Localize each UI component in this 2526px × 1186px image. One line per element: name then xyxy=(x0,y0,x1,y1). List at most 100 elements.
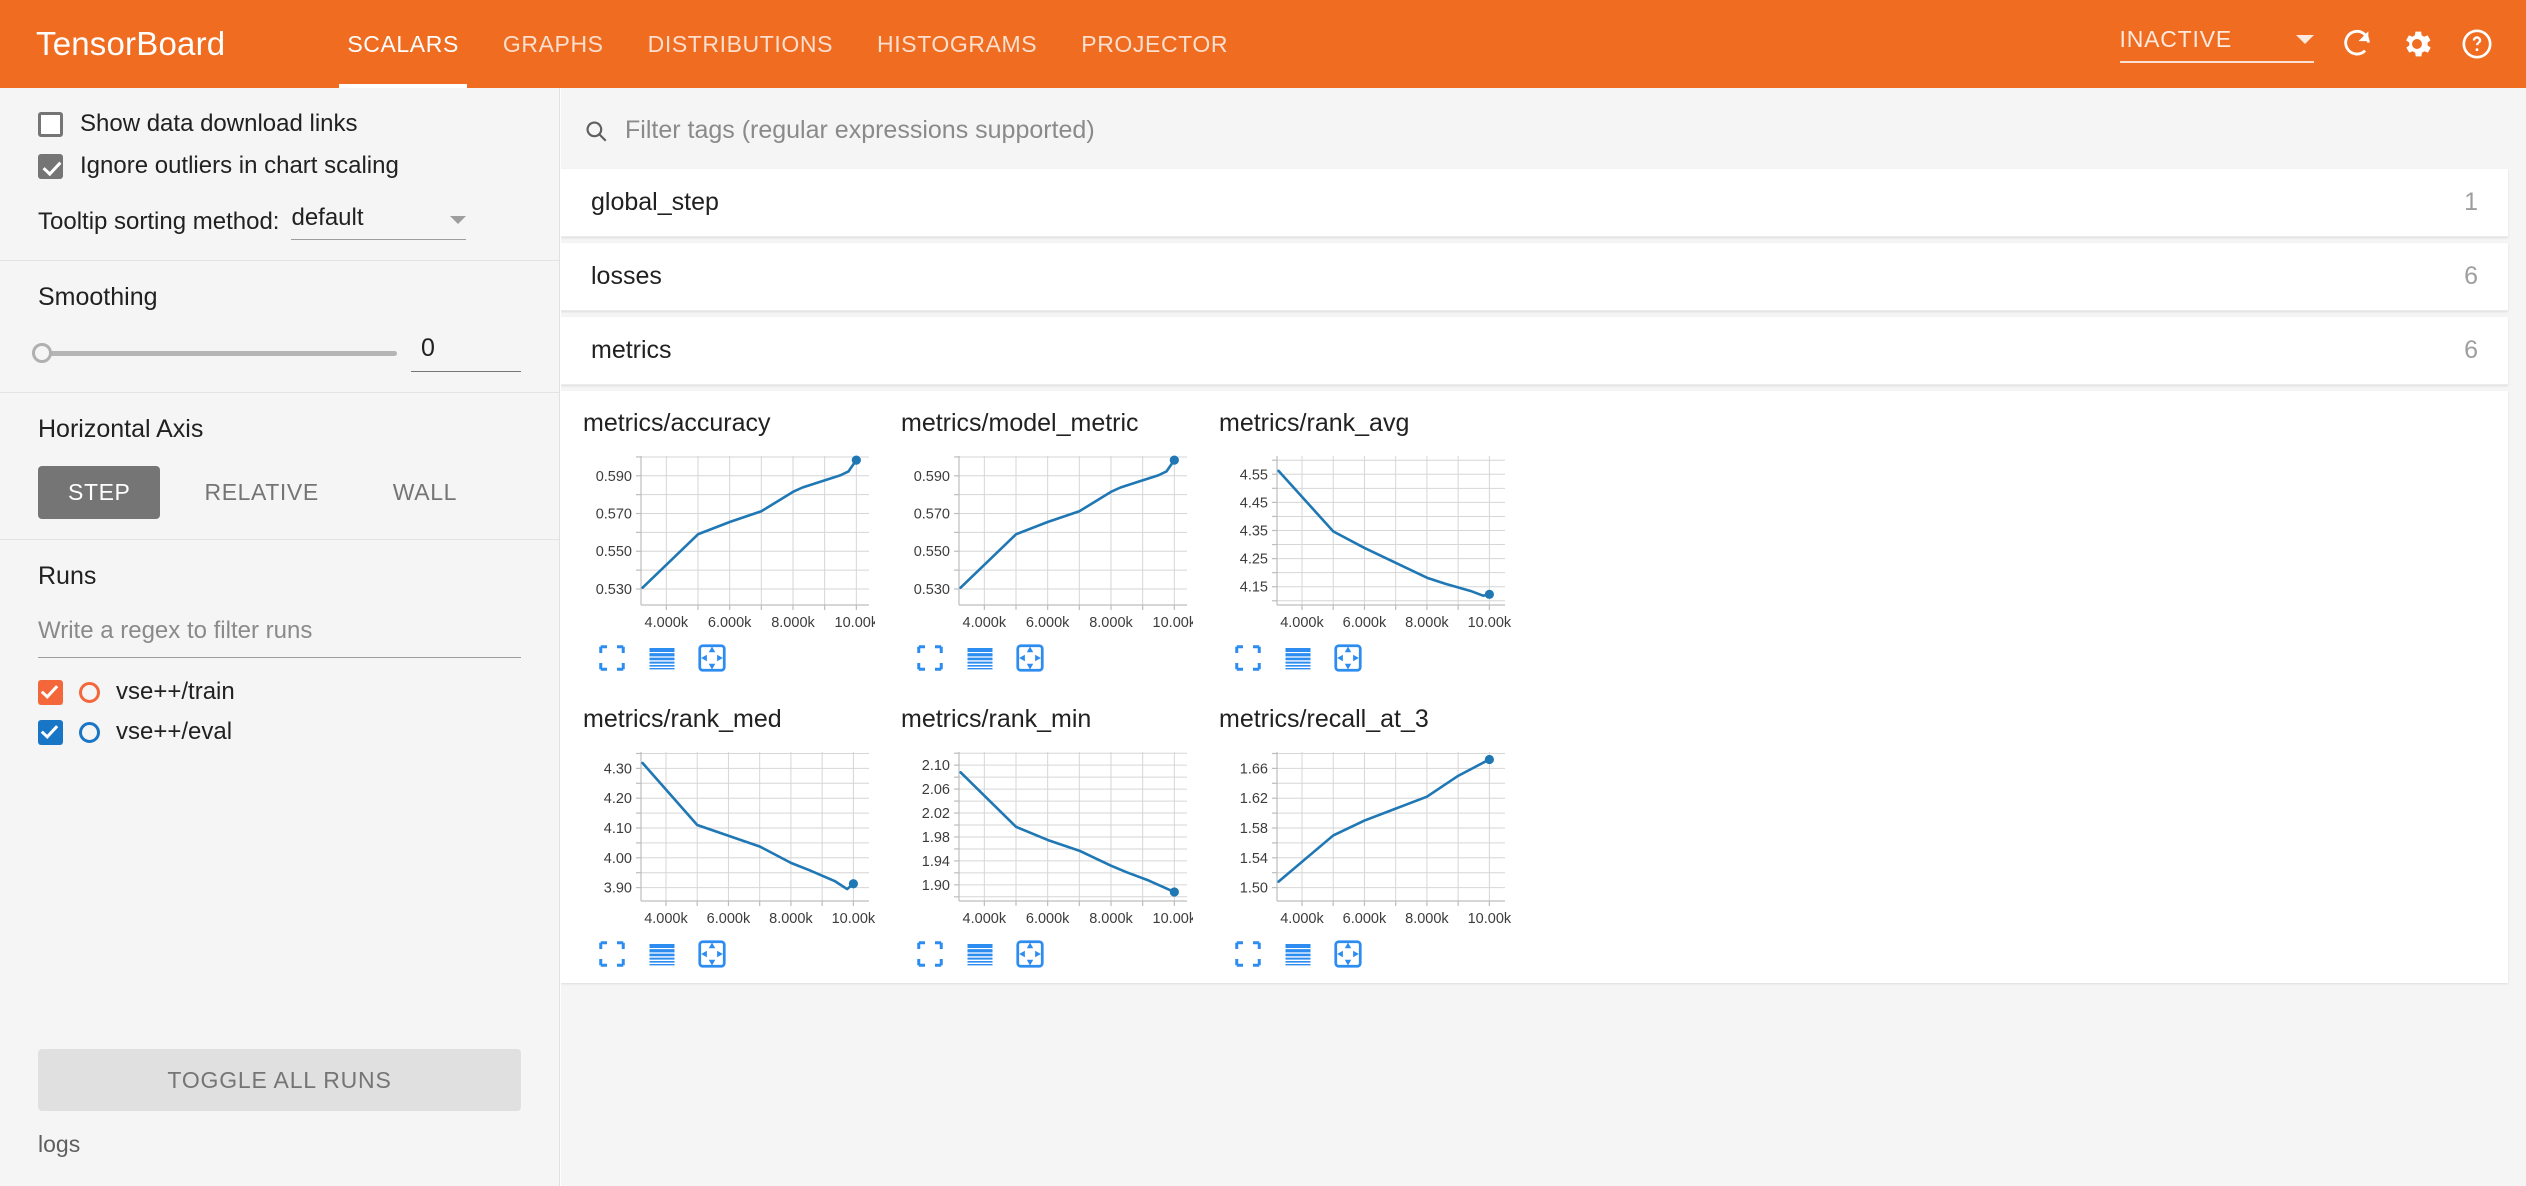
tag-filter-bar xyxy=(561,88,2526,169)
tab-distributions[interactable]: DISTRIBUTIONS xyxy=(626,0,855,88)
svg-text:10.00k: 10.00k xyxy=(832,911,875,927)
data-table-icon[interactable] xyxy=(1283,643,1313,673)
expand-icon[interactable] xyxy=(915,939,945,969)
svg-text:10.00k: 10.00k xyxy=(1468,911,1511,927)
svg-text:4.20: 4.20 xyxy=(604,791,632,807)
horizontal-axis-options: STEP RELATIVE WALL xyxy=(38,466,521,519)
chart-plot[interactable]: 1.501.541.581.621.664.000k6.000k8.000k10… xyxy=(1219,746,1511,931)
toggle-all-runs-button[interactable]: TOGGLE ALL RUNS xyxy=(38,1049,521,1111)
option-row-0[interactable]: Show data download links xyxy=(38,110,521,138)
chart-plot[interactable]: 3.904.004.104.204.304.000k6.000k8.000k10… xyxy=(583,746,875,931)
accordion-count: 6 xyxy=(2464,262,2478,291)
svg-text:1.90: 1.90 xyxy=(922,878,950,894)
chart-card: metrics/accuracy0.5300.5500.5700.5904.00… xyxy=(561,391,879,687)
axis-option-relative[interactable]: RELATIVE xyxy=(174,466,348,519)
smoothing-slider-knob[interactable] xyxy=(32,343,52,363)
checkbox-checked-icon[interactable] xyxy=(38,154,63,179)
smoothing-slider[interactable] xyxy=(38,351,397,356)
pan-icon[interactable] xyxy=(1015,643,1045,673)
expand-icon[interactable] xyxy=(1233,939,1263,969)
chevron-down-icon xyxy=(2296,35,2314,44)
data-table-icon[interactable] xyxy=(965,643,995,673)
run-row[interactable]: vse++/train xyxy=(38,678,521,706)
svg-text:4.00: 4.00 xyxy=(604,851,632,867)
refresh-icon[interactable] xyxy=(2340,27,2374,61)
chart-toolbar xyxy=(901,635,1197,687)
accordion-label: global_step xyxy=(591,188,719,217)
svg-text:8.000k: 8.000k xyxy=(769,911,813,927)
gear-icon[interactable] xyxy=(2400,27,2434,61)
svg-text:4.35: 4.35 xyxy=(1240,524,1268,540)
svg-text:10.00k: 10.00k xyxy=(1153,615,1193,631)
checkbox-checked-icon[interactable] xyxy=(38,680,63,705)
checkbox-unchecked-icon[interactable] xyxy=(38,112,63,137)
chart-plot[interactable]: 4.154.254.354.454.554.000k6.000k8.000k10… xyxy=(1219,450,1511,635)
svg-text:4.15: 4.15 xyxy=(1240,580,1268,596)
data-table-icon[interactable] xyxy=(647,939,677,969)
chart-plot[interactable]: 0.5300.5500.5700.5904.000k6.000k8.000k10… xyxy=(901,450,1193,635)
run-status-dropdown[interactable]: INACTIVE xyxy=(2120,26,2314,63)
pan-icon[interactable] xyxy=(697,643,727,673)
tooltip-sorting-select[interactable]: default xyxy=(291,204,466,240)
chart-plot[interactable]: 0.5300.5500.5700.5904.000k6.000k8.000k10… xyxy=(583,450,875,635)
charts-grid: metrics/accuracy0.5300.5500.5700.5904.00… xyxy=(561,391,2508,983)
chart-title: metrics/rank_avg xyxy=(1219,409,1515,438)
tab-scalars[interactable]: SCALARS xyxy=(325,0,481,88)
tab-projector[interactable]: PROJECTOR xyxy=(1059,0,1250,88)
data-table-icon[interactable] xyxy=(965,939,995,969)
svg-text:6.000k: 6.000k xyxy=(707,911,751,927)
svg-text:4.10: 4.10 xyxy=(604,821,632,837)
tooltip-sorting-label: Tooltip sorting method: xyxy=(38,208,279,240)
tab-graphs[interactable]: GRAPHS xyxy=(481,0,626,88)
smoothing-title: Smoothing xyxy=(38,283,521,312)
search-icon xyxy=(583,118,609,144)
chart-plot[interactable]: 1.901.941.982.022.062.104.000k6.000k8.00… xyxy=(901,746,1193,931)
display-options-section: Show data download links Ignore outliers … xyxy=(0,88,559,260)
pan-icon[interactable] xyxy=(1333,939,1363,969)
expand-icon[interactable] xyxy=(597,643,627,673)
checkbox-checked-icon[interactable] xyxy=(38,720,63,745)
svg-text:4.000k: 4.000k xyxy=(1280,615,1324,631)
axis-option-step[interactable]: STEP xyxy=(38,466,160,519)
accordion-header-losses[interactable]: losses6 xyxy=(561,243,2508,311)
expand-icon[interactable] xyxy=(915,643,945,673)
tab-histograms[interactable]: HISTOGRAMS xyxy=(855,0,1059,88)
svg-text:0.530: 0.530 xyxy=(596,582,632,598)
svg-text:8.000k: 8.000k xyxy=(771,615,815,631)
svg-text:4.000k: 4.000k xyxy=(644,911,688,927)
svg-text:6.000k: 6.000k xyxy=(1343,911,1387,927)
accordion-header-metrics[interactable]: metrics6 xyxy=(561,317,2508,385)
svg-text:4.000k: 4.000k xyxy=(1280,911,1324,927)
chart-card: metrics/rank_med3.904.004.104.204.304.00… xyxy=(561,687,879,983)
header-actions: INACTIVE xyxy=(2120,26,2494,63)
svg-text:10.00k: 10.00k xyxy=(1153,911,1193,927)
help-icon[interactable] xyxy=(2460,27,2494,61)
axis-option-wall[interactable]: WALL xyxy=(363,466,487,519)
pan-icon[interactable] xyxy=(697,939,727,969)
runs-filter-input[interactable] xyxy=(38,613,521,658)
svg-text:4.45: 4.45 xyxy=(1240,495,1268,511)
smoothing-section: Smoothing 0 xyxy=(0,261,559,392)
horizontal-axis-section: Horizontal Axis STEPRELATIVEWALL xyxy=(0,393,559,539)
tooltip-sorting-row: Tooltip sorting method: default xyxy=(38,204,521,240)
tag-filter-input[interactable] xyxy=(625,116,1425,145)
expand-icon[interactable] xyxy=(1233,643,1263,673)
smoothing-value-input[interactable]: 0 xyxy=(411,334,521,372)
svg-text:0.550: 0.550 xyxy=(914,544,950,560)
run-row[interactable]: vse++/eval xyxy=(38,718,521,746)
run-status-label: INACTIVE xyxy=(2120,26,2232,53)
svg-text:2.02: 2.02 xyxy=(922,806,950,822)
option-row-1[interactable]: Ignore outliers in chart scaling xyxy=(38,152,521,180)
svg-text:1.50: 1.50 xyxy=(1240,881,1268,897)
main-content: global_step1losses6metrics6metrics/accur… xyxy=(561,88,2526,1186)
data-table-icon[interactable] xyxy=(1283,939,1313,969)
expand-icon[interactable] xyxy=(597,939,627,969)
accordion-header-global_step[interactable]: global_step1 xyxy=(561,169,2508,237)
pan-icon[interactable] xyxy=(1015,939,1045,969)
data-table-icon[interactable] xyxy=(647,643,677,673)
svg-text:8.000k: 8.000k xyxy=(1405,615,1449,631)
svg-text:6.000k: 6.000k xyxy=(1026,615,1070,631)
svg-text:4.000k: 4.000k xyxy=(963,615,1007,631)
chart-toolbar xyxy=(901,931,1197,983)
pan-icon[interactable] xyxy=(1333,643,1363,673)
